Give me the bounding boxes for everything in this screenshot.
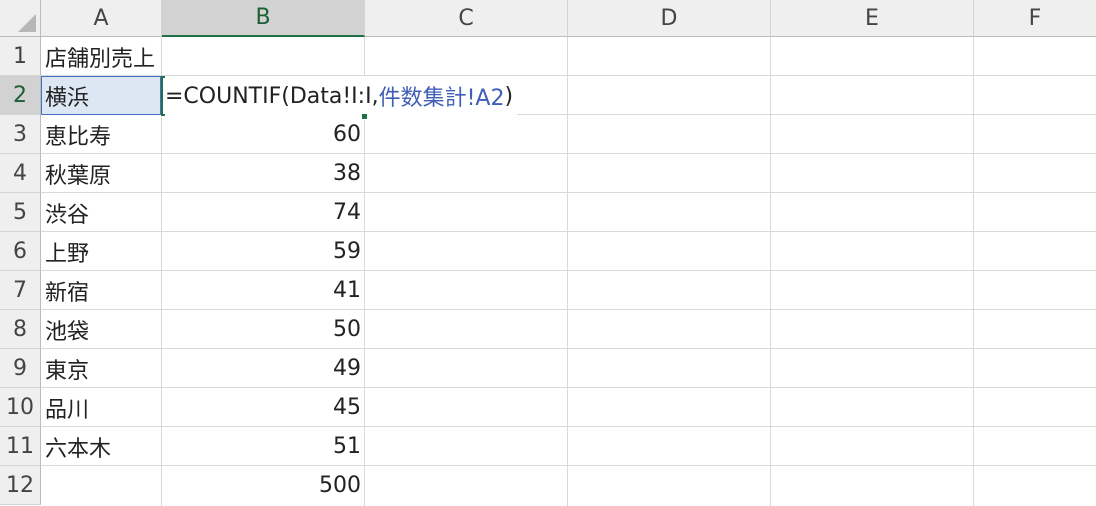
column-header-e[interactable]: E [771, 0, 974, 37]
column-header-a[interactable]: A [41, 0, 162, 37]
column-header-c[interactable]: C [365, 0, 568, 37]
cell-b12[interactable]: 500 [162, 466, 365, 505]
cell-a6[interactable]: 上野 [41, 232, 93, 271]
row-header-10[interactable]: 10 [0, 388, 41, 427]
row-header-12[interactable]: 12 [0, 466, 41, 505]
row-header-1[interactable]: 1 [0, 37, 41, 76]
cell-a5[interactable]: 渋谷 [41, 193, 93, 232]
spreadsheet-grid: A B C D E F 1 2 3 4 5 6 7 8 9 10 11 12 店… [0, 0, 1096, 506]
row-header-8[interactable]: 8 [0, 310, 41, 349]
cell-b3[interactable]: 60 [162, 115, 365, 154]
cell-a3[interactable]: 恵比寿 [41, 115, 115, 154]
formula-suffix: ) [504, 83, 514, 109]
cell-b6[interactable]: 59 [162, 232, 365, 271]
gridline [567, 37, 568, 506]
cell-b11[interactable]: 51 [162, 427, 365, 466]
row-header-6[interactable]: 6 [0, 232, 41, 271]
select-all-icon [18, 14, 36, 32]
cell-a10[interactable]: 品川 [41, 388, 93, 427]
column-header-b[interactable]: B [162, 0, 365, 37]
row-header-7[interactable]: 7 [0, 271, 41, 310]
row-header-2[interactable]: 2 [0, 76, 41, 115]
gridline [973, 37, 974, 506]
cell-a11[interactable]: 六本木 [41, 427, 115, 466]
select-all-button[interactable] [0, 0, 41, 37]
cell-a8[interactable]: 池袋 [41, 310, 93, 349]
cell-b7[interactable]: 41 [162, 271, 365, 310]
cell-a7[interactable]: 新宿 [41, 271, 93, 310]
cell-b2-formula-editor[interactable]: =COUNTIF(Data!I:I, 件数集計!A2) [165, 76, 518, 116]
row-header-4[interactable]: 4 [0, 154, 41, 193]
cell-a9[interactable]: 東京 [41, 349, 93, 388]
row-header-5[interactable]: 5 [0, 193, 41, 232]
cell-b5[interactable]: 74 [162, 193, 365, 232]
cell-b10[interactable]: 45 [162, 388, 365, 427]
row-header-9[interactable]: 9 [0, 349, 41, 388]
cell-b8[interactable]: 50 [162, 310, 365, 349]
formula-reference: 件数集計!A2 [378, 86, 505, 111]
cell-a4[interactable]: 秋葉原 [41, 154, 115, 193]
formula-prefix: =COUNTIF(Data!I:I, [165, 83, 379, 109]
row-header-11[interactable]: 11 [0, 427, 41, 466]
row-header-3[interactable]: 3 [0, 115, 41, 154]
fill-handle[interactable] [361, 113, 368, 120]
cell-a1[interactable]: 店舗別売上 [41, 37, 159, 76]
column-header-f[interactable]: F [974, 0, 1096, 37]
cell-b4[interactable]: 38 [162, 154, 365, 193]
cell-a2[interactable]: 横浜 [41, 76, 161, 115]
cell-b9[interactable]: 49 [162, 349, 365, 388]
gridline [770, 37, 771, 506]
column-header-d[interactable]: D [568, 0, 771, 37]
